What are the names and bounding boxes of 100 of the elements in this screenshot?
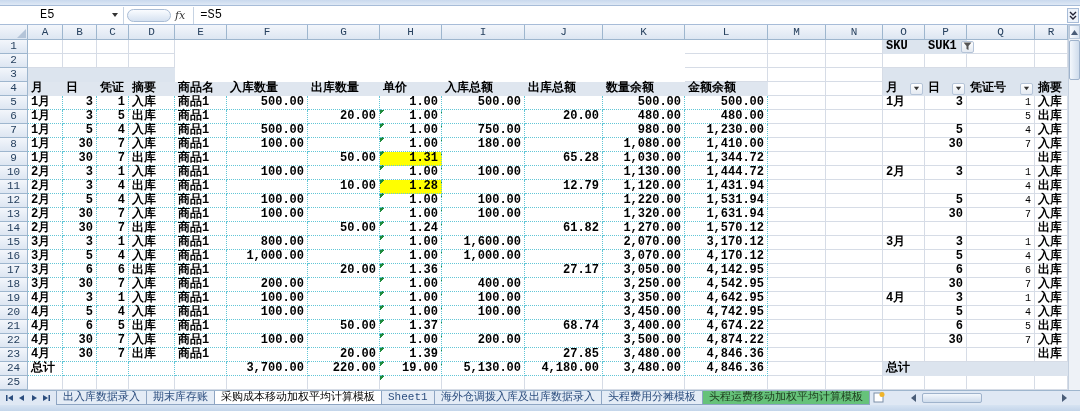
- column-header[interactable]: F: [227, 25, 308, 40]
- row-header[interactable]: 14: [0, 222, 28, 236]
- column-header[interactable]: A: [28, 25, 63, 40]
- table-cell: 1: [967, 96, 1035, 110]
- row-header[interactable]: 13: [0, 208, 28, 222]
- row-header[interactable]: 21: [0, 320, 28, 334]
- filter-dropdown[interactable]: [910, 82, 923, 95]
- column-header[interactable]: I: [442, 25, 525, 40]
- scroll-thumb[interactable]: [921, 393, 982, 403]
- filter-dropdown[interactable]: [952, 82, 965, 95]
- scroll-up-button[interactable]: [1069, 25, 1080, 39]
- resize-handle[interactable]: [127, 8, 171, 22]
- sheet-tab[interactable]: 海外仓调拨入库及出库数据录入: [433, 391, 602, 405]
- expand-icon[interactable]: [1067, 7, 1079, 23]
- column-header[interactable]: O: [883, 25, 925, 40]
- row-header[interactable]: 1: [0, 40, 28, 54]
- table-cell: 30: [63, 152, 97, 166]
- table-cell: 2月: [28, 194, 63, 208]
- row-header[interactable]: 11: [0, 180, 28, 194]
- filter-dropdown[interactable]: [1020, 82, 1033, 95]
- empty-cell: [826, 180, 883, 194]
- table-cell: 1,531.94: [685, 194, 768, 208]
- row-header[interactable]: 22: [0, 334, 28, 348]
- row-header[interactable]: 23: [0, 348, 28, 362]
- table-cell: 30: [63, 348, 97, 362]
- table-cell: 20.00: [308, 110, 380, 124]
- empty-cell: [768, 54, 826, 68]
- empty-cell: [768, 152, 826, 166]
- column-header[interactable]: B: [63, 25, 97, 40]
- column-header[interactable]: D: [129, 25, 175, 40]
- column-header[interactable]: J: [525, 25, 603, 40]
- row-header[interactable]: 8: [0, 138, 28, 152]
- column-heading: 日: [63, 82, 97, 96]
- row-header[interactable]: 24: [0, 362, 28, 376]
- total-cell: 3,700.00: [227, 362, 308, 376]
- column-header[interactable]: L: [685, 25, 768, 40]
- table-cell: 1.00: [380, 236, 442, 250]
- table-cell: 4,874.22: [685, 334, 768, 348]
- table-cell: 1.28: [380, 180, 442, 194]
- table-cell: 100.00: [442, 208, 525, 222]
- name-box[interactable]: E5: [0, 6, 124, 24]
- row-header[interactable]: 6: [0, 110, 28, 124]
- scroll-thumb[interactable]: [1069, 40, 1080, 80]
- insert-function-button[interactable]: fx: [175, 8, 186, 22]
- row-header[interactable]: 18: [0, 278, 28, 292]
- column-header[interactable]: K: [603, 25, 685, 40]
- empty-cell: [883, 278, 925, 292]
- table-cell: 1.00: [380, 306, 442, 320]
- empty-cell: [883, 264, 925, 278]
- sheet-tab[interactable]: 期末库存账: [146, 391, 215, 405]
- sheet-tab[interactable]: 头程运费移动加权平均计算模板: [701, 391, 870, 405]
- row-header[interactable]: 16: [0, 250, 28, 264]
- column-header[interactable]: C: [97, 25, 129, 40]
- row-header[interactable]: 15: [0, 236, 28, 250]
- sheet-tab[interactable]: 头程费用分摊模板: [600, 391, 703, 405]
- row-header[interactable]: 17: [0, 264, 28, 278]
- row-header[interactable]: 5: [0, 96, 28, 110]
- column-header[interactable]: R: [1035, 25, 1068, 40]
- column-header[interactable]: N: [826, 25, 883, 40]
- row-header[interactable]: 7: [0, 124, 28, 138]
- table-cell: 1.36: [380, 264, 442, 278]
- empty-cell: [826, 292, 883, 306]
- table-cell: 1,444.72: [685, 166, 768, 180]
- table-cell: 1.00: [380, 110, 442, 124]
- empty-cell: [826, 250, 883, 264]
- table-cell: 7: [967, 334, 1035, 348]
- filter-value: SUK1: [927, 40, 958, 53]
- sheet-tab[interactable]: 出入库数据录入: [56, 391, 147, 405]
- row-header[interactable]: 3: [0, 68, 28, 82]
- row-header[interactable]: 12: [0, 194, 28, 208]
- empty-cell: [826, 264, 883, 278]
- table-cell: 1.00: [380, 96, 442, 110]
- empty-cell: [925, 222, 967, 236]
- column-header[interactable]: M: [768, 25, 826, 40]
- table-cell: 12.79: [525, 180, 603, 194]
- row-header[interactable]: 25: [0, 376, 28, 390]
- table-cell: 4,674.22: [685, 320, 768, 334]
- vertical-scrollbar[interactable]: [1068, 25, 1080, 390]
- row-header[interactable]: 4: [0, 82, 28, 96]
- table-cell: 1,220.00: [603, 194, 685, 208]
- row-header[interactable]: 19: [0, 292, 28, 306]
- table-cell: 3月: [28, 250, 63, 264]
- row-header[interactable]: 20: [0, 306, 28, 320]
- column-header[interactable]: P: [925, 25, 967, 40]
- table-cell: 4,642.95: [685, 292, 768, 306]
- sheet-tab[interactable]: 采购成本移动加权平均计算模板: [214, 391, 382, 405]
- table-cell: 30: [925, 208, 967, 222]
- row-header[interactable]: 9: [0, 152, 28, 166]
- row-header[interactable]: 10: [0, 166, 28, 180]
- table-cell: 3,450.00: [603, 306, 685, 320]
- row-header[interactable]: 2: [0, 54, 28, 68]
- column-header[interactable]: G: [308, 25, 380, 40]
- column-header[interactable]: E: [175, 25, 227, 40]
- table-cell: 1,000.00: [442, 250, 525, 264]
- empty-cell: [967, 152, 1035, 166]
- sheet-tab[interactable]: Sheet1: [381, 391, 435, 405]
- filter-button[interactable]: [960, 40, 974, 53]
- column-header[interactable]: Q: [967, 25, 1035, 40]
- total-cell: 19.00: [380, 362, 442, 376]
- column-header[interactable]: H: [380, 25, 442, 40]
